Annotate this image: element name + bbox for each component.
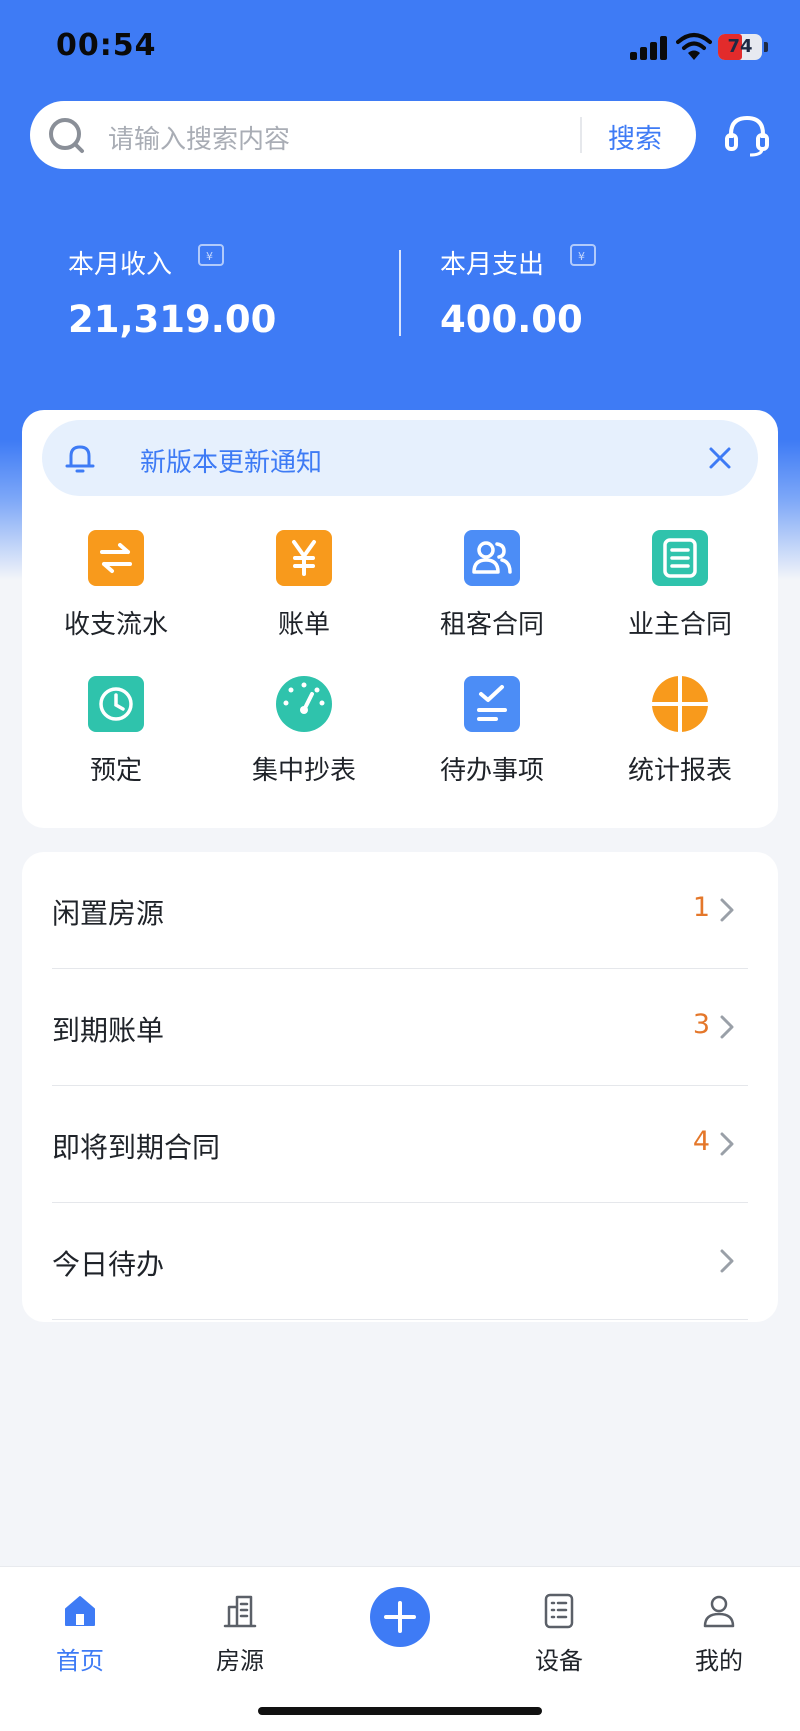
quick-action-label: 收支流水 — [63, 610, 168, 640]
quick-action-todo[interactable]: 待办事项 — [398, 676, 586, 808]
quick-action-reservation[interactable]: 预定 — [22, 676, 210, 808]
quick-actions-card: 新版本更新通知 收支流水 账单 租客合同 业主合同 预定 集中抄表 待办事项 统… — [22, 410, 778, 828]
home-icon — [65, 1596, 95, 1626]
quick-action-meter-reading[interactable]: 集中抄表 — [210, 676, 398, 808]
list-item-today-todo[interactable]: 今日待办 — [22, 1203, 778, 1320]
tab-devices[interactable]: 设备 — [499, 1581, 619, 1681]
tenant-icon — [464, 530, 520, 586]
status-bar: 00:54 74 — [0, 0, 800, 96]
todo-icon — [464, 676, 520, 732]
list-item-count: 4 — [692, 1126, 710, 1157]
money-icon: ¥ — [198, 244, 224, 266]
quick-action-label: 预定 — [89, 756, 142, 786]
add-button[interactable] — [370, 1587, 430, 1647]
tab-label: 我的 — [695, 1647, 743, 1675]
list-item-label: 到期账单 — [52, 1014, 165, 1047]
quick-action-reports[interactable]: 统计报表 — [586, 676, 774, 808]
quick-action-label: 待办事项 — [439, 756, 544, 786]
pie-icon — [652, 676, 708, 732]
battery-icon: 74 — [718, 34, 762, 60]
search-icon — [49, 118, 84, 153]
svg-text:¥: ¥ — [578, 250, 585, 263]
income-label: 本月收入 — [68, 250, 173, 280]
quick-action-label: 集中抄表 — [251, 756, 356, 786]
list-item-label: 今日待办 — [52, 1248, 165, 1281]
list-item-due-bills[interactable]: 到期账单 3 — [22, 969, 778, 1086]
meter-icon — [276, 676, 332, 732]
list-item-label: 闲置房源 — [52, 897, 165, 930]
tab-mine[interactable]: 我的 — [659, 1581, 779, 1681]
search-input[interactable]: 请输入搜索内容 — [108, 119, 290, 156]
signal-icon — [630, 36, 668, 60]
quick-action-tenant-contract[interactable]: 租客合同 — [398, 530, 586, 662]
device-icon — [544, 1593, 574, 1629]
quick-action-owner-contract[interactable]: 业主合同 — [586, 530, 774, 662]
battery-level: 74 — [727, 36, 753, 57]
list-icon — [652, 530, 708, 586]
quick-action-label: 账单 — [277, 610, 330, 640]
bell-icon — [65, 445, 95, 473]
tab-properties[interactable]: 房源 — [180, 1581, 300, 1681]
building-icon — [223, 1595, 257, 1628]
chevron-right-icon — [720, 1249, 734, 1273]
expense-label: 本月支出 — [440, 250, 545, 280]
chevron-right-icon — [720, 898, 734, 922]
plus-icon — [384, 1601, 416, 1633]
user-icon — [703, 1595, 735, 1628]
list-item-idle-rooms[interactable]: 闲置房源 1 — [22, 852, 778, 969]
update-notice[interactable]: 新版本更新通知 — [42, 420, 758, 496]
income-value: 21,319.00 — [68, 298, 277, 341]
tab-label: 首页 — [56, 1647, 104, 1675]
close-icon[interactable] — [706, 444, 734, 472]
money-icon: ¥ — [570, 244, 596, 266]
list-item-count: 1 — [692, 892, 710, 923]
quick-action-label: 统计报表 — [627, 756, 732, 786]
chevron-right-icon — [720, 1015, 734, 1039]
clock-icon — [88, 676, 144, 732]
list-item-count: 3 — [692, 1009, 710, 1040]
quick-action-bills[interactable]: 账单 — [210, 530, 398, 662]
transfer-icon — [88, 530, 144, 586]
status-time: 00:54 — [56, 28, 157, 63]
tab-label: 设备 — [535, 1647, 583, 1675]
tab-home[interactable]: 首页 — [20, 1581, 140, 1681]
yen-icon — [276, 530, 332, 586]
notice-text: 新版本更新通知 — [140, 448, 323, 478]
search-bar[interactable]: 请输入搜索内容 搜索 — [30, 101, 696, 169]
headset-icon[interactable] — [722, 110, 772, 160]
search-button[interactable]: 搜索 — [608, 117, 662, 156]
quick-action-label: 业主合同 — [627, 610, 732, 640]
home-indicator — [258, 1707, 542, 1715]
summary-list: 闲置房源 1 到期账单 3 即将到期合同 4 今日待办 — [22, 852, 778, 1322]
list-item-label: 即将到期合同 — [52, 1131, 221, 1164]
tab-label: 房源 — [216, 1647, 264, 1675]
expense-value: 400.00 — [440, 298, 583, 341]
quick-action-label: 租客合同 — [439, 610, 544, 640]
quick-action-transactions[interactable]: 收支流水 — [22, 530, 210, 662]
list-item-expiring-contracts[interactable]: 即将到期合同 4 — [22, 1086, 778, 1203]
svg-text:¥: ¥ — [206, 250, 213, 263]
chevron-right-icon — [720, 1132, 734, 1156]
wifi-icon — [676, 33, 712, 60]
